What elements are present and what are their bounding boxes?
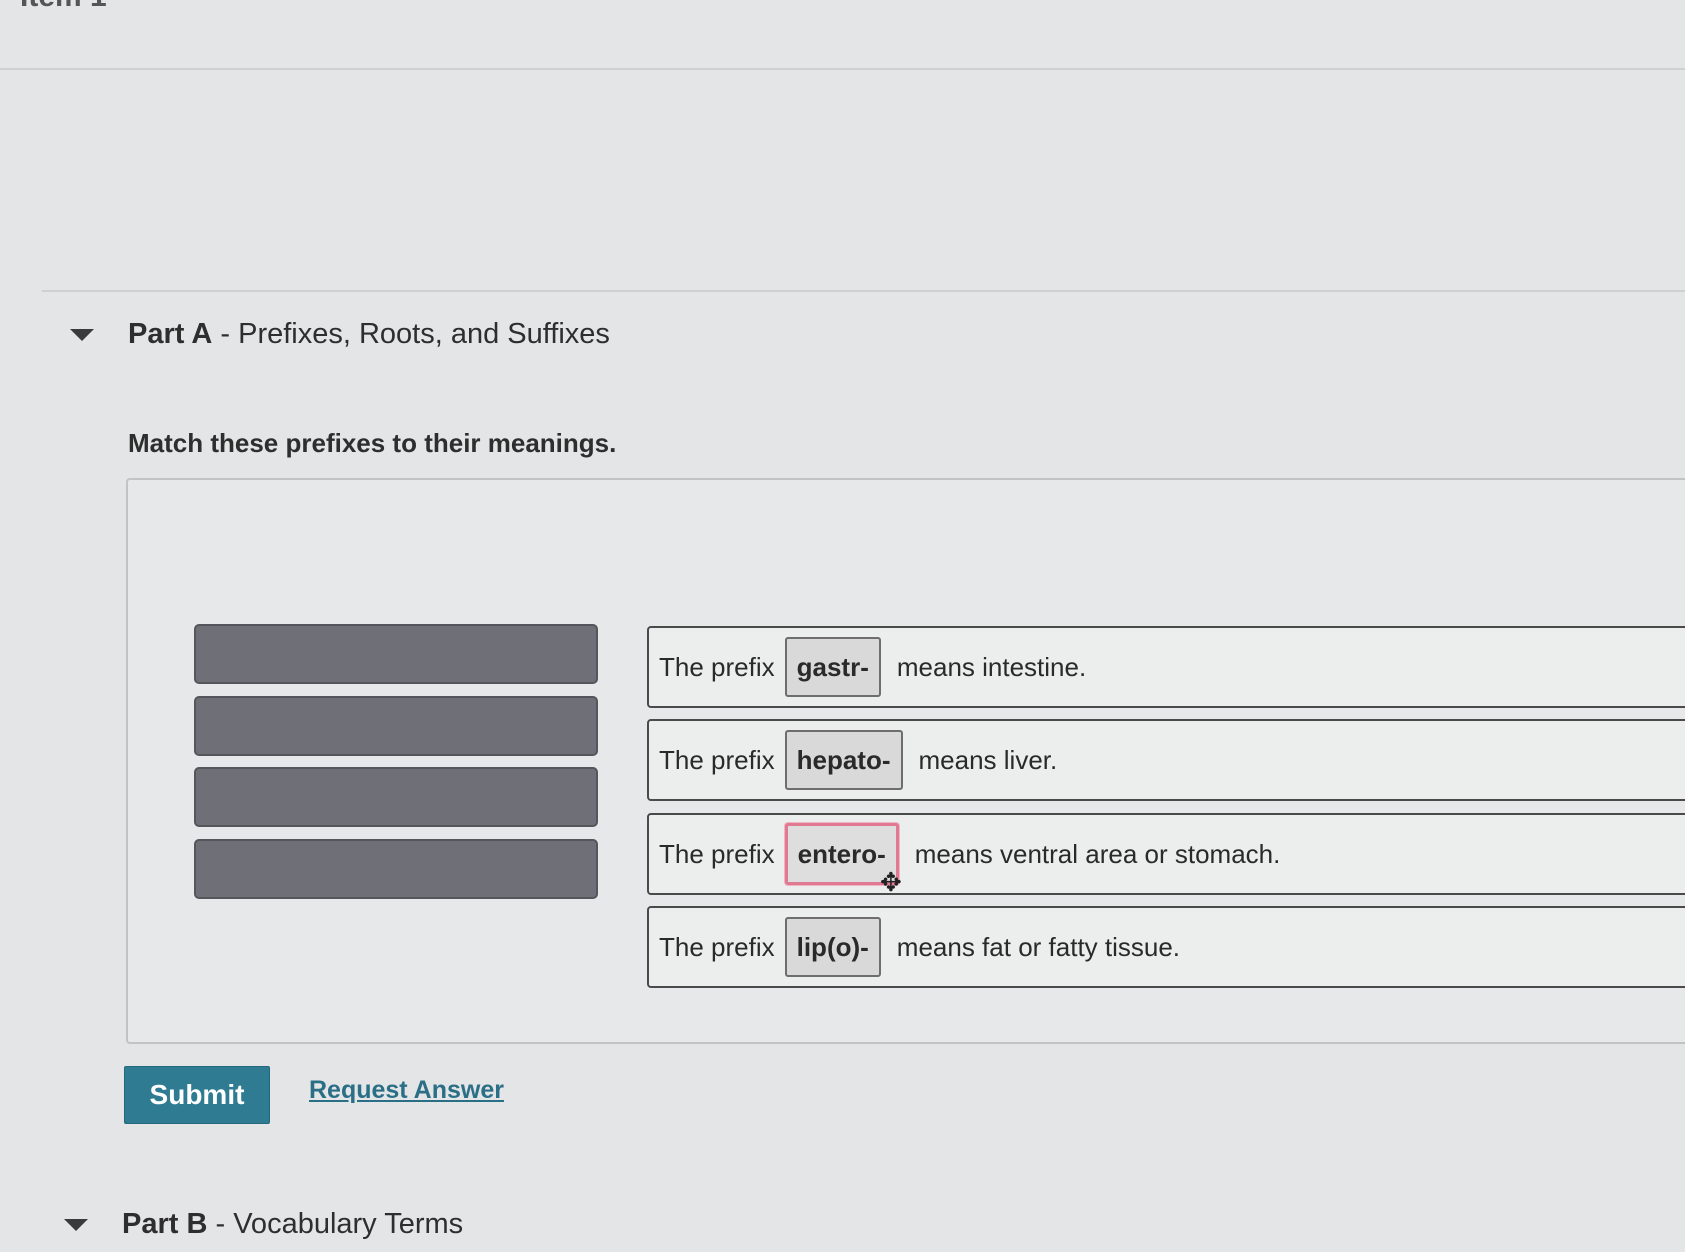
drop-target-slot[interactable] — [194, 624, 598, 684]
statement-meaning: means liver. — [918, 744, 1058, 775]
statement-row: The prefix lip(o)- means fat or fatty ti… — [647, 906, 1685, 988]
term-chip-lipo[interactable]: lip(o)- — [784, 917, 881, 977]
part-b-header[interactable]: Part B - Vocabulary Terms — [64, 1208, 463, 1241]
submit-button[interactable]: Submit — [124, 1066, 270, 1124]
part-divider — [42, 290, 1685, 292]
item-title: Item 1 — [20, 0, 107, 14]
statement-meaning: means fat or fatty tissue. — [896, 931, 1181, 962]
top-divider — [0, 68, 1685, 70]
caret-down-icon[interactable] — [64, 1218, 88, 1231]
caret-down-icon[interactable] — [70, 328, 94, 341]
term-chip-gastr[interactable]: gastr- — [784, 637, 881, 697]
statement-prefix-text: The prefix — [659, 744, 775, 775]
term-chip-hepato[interactable]: hepato- — [784, 730, 903, 790]
part-a-title: Part A - Prefixes, Roots, and Suffixes — [128, 318, 610, 350]
statement-row: The prefix gastr- means intestine. — [647, 626, 1685, 708]
statement-meaning: means ventral area or stomach. — [914, 838, 1281, 869]
statement-prefix-text: The prefix — [659, 931, 775, 962]
statement-row: The prefix hepato- means liver. — [647, 719, 1685, 801]
part-b-title: Part B - Vocabulary Terms — [122, 1208, 464, 1240]
move-icon: ✥ — [879, 867, 902, 897]
instructions: Match these prefixes to their meanings. — [128, 428, 617, 458]
request-answer-link[interactable]: Request Answer — [309, 1076, 504, 1105]
part-a-header[interactable]: Part A - Prefixes, Roots, and Suffixes — [70, 318, 610, 351]
statement-prefix-text: The prefix — [659, 838, 775, 869]
term-chip-label: entero- — [797, 838, 886, 869]
drop-target-slot[interactable] — [194, 696, 598, 756]
statement-meaning: means intestine. — [896, 651, 1087, 682]
statement-prefix-text: The prefix — [659, 651, 775, 682]
drop-target-slot[interactable] — [194, 767, 598, 827]
drop-target-slot[interactable] — [194, 839, 598, 899]
statement-row: The prefix entero- ✥ means ventral area … — [647, 813, 1685, 897]
term-chip-entero[interactable]: entero- ✥ — [784, 823, 902, 897]
